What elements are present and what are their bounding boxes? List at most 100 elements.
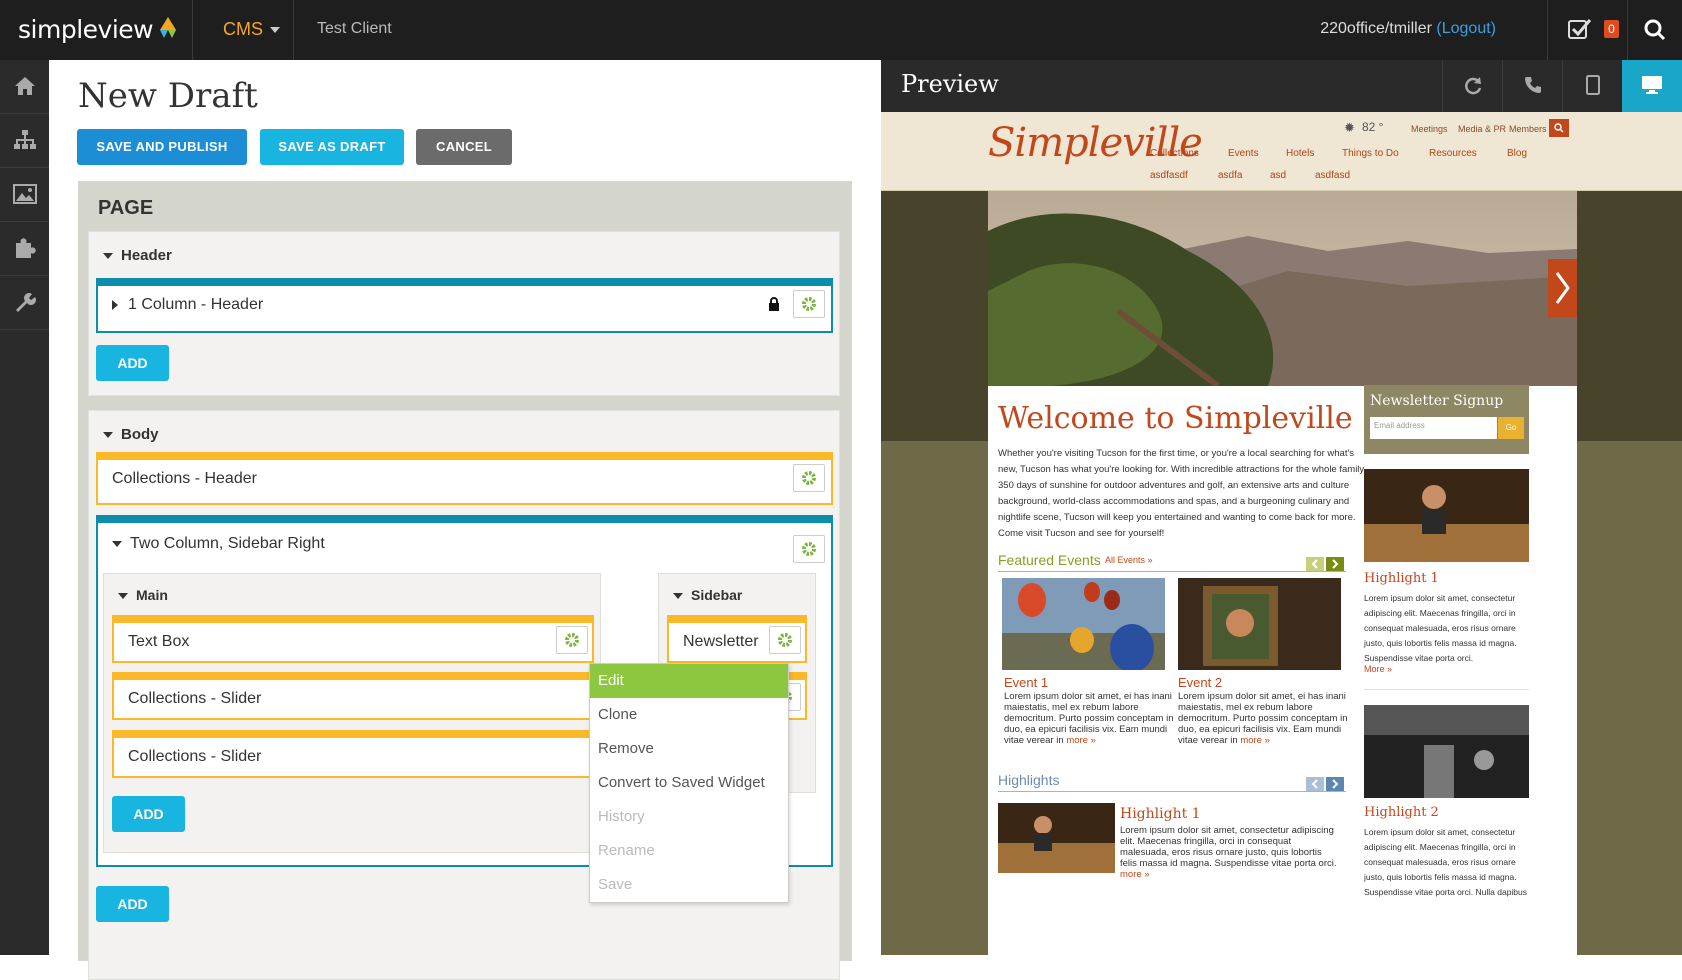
widget-collections-slider[interactable]: Collections - Slider — [112, 730, 594, 778]
client-name[interactable]: Test Client — [317, 20, 392, 38]
site-preview: Simpleville ✹ 82 ° Meetings Media & PR M… — [881, 112, 1682, 961]
widget-settings-button[interactable] — [556, 626, 588, 654]
menu-item-save: Save — [598, 876, 633, 893]
site-subnav-item[interactable]: asdfa — [1218, 170, 1242, 181]
side-nav — [0, 60, 49, 955]
sidebar-column-toggle[interactable]: Sidebar — [673, 587, 742, 603]
widget-collections-slider[interactable]: Collections - Slider — [112, 672, 594, 720]
save-and-publish-button[interactable]: SAVE AND PUBLISH — [77, 129, 247, 165]
home-icon — [15, 77, 35, 95]
widget-collections-header[interactable]: Collections - Header — [96, 452, 833, 505]
highlight1-more-link[interactable]: more » — [1120, 869, 1150, 880]
widget-settings-button[interactable] — [793, 290, 825, 318]
widget-newsletter[interactable]: Newsletter — [667, 615, 807, 663]
newsletter-title: Newsletter Signup — [1370, 393, 1504, 409]
top-link-media[interactable]: Media & PR — [1458, 124, 1506, 134]
all-events-link[interactable]: All Events » — [1105, 555, 1153, 565]
sidebar-more-link[interactable]: More » — [1364, 664, 1392, 674]
nav-sitemap[interactable] — [0, 114, 49, 168]
cancel-button[interactable]: CANCEL — [416, 129, 512, 165]
site-subnav-item[interactable]: asdfasd — [1315, 170, 1350, 181]
nav-media[interactable] — [0, 168, 49, 222]
highlights-next-arrow[interactable] — [1326, 777, 1344, 791]
chevron-left-icon — [1311, 779, 1318, 789]
tablet-view-button[interactable] — [1562, 60, 1622, 112]
gear-icon — [565, 633, 579, 647]
site-search-button[interactable] — [1549, 119, 1569, 137]
menu-item-remove[interactable]: Remove — [590, 732, 788, 766]
tasks-icon[interactable] — [1568, 18, 1592, 40]
newsletter-email-input[interactable]: Email address — [1370, 417, 1497, 439]
gear-icon — [802, 471, 816, 485]
site-nav-blog[interactable]: Blog — [1507, 148, 1527, 159]
highlights-prev-arrow[interactable] — [1306, 777, 1324, 791]
highlight1-image — [998, 803, 1115, 873]
caret-down-icon — [673, 593, 683, 600]
main-column-toggle[interactable]: Main — [118, 587, 168, 603]
site-nav-collections[interactable]: Collections — [1150, 148, 1199, 159]
lock-icon — [769, 297, 779, 311]
newsletter-go-button[interactable]: Go — [1498, 417, 1524, 439]
site-subnav-item[interactable]: asdfasdf — [1150, 170, 1188, 181]
sun-icon: ✹ — [1344, 120, 1355, 135]
refresh-button[interactable] — [1442, 60, 1502, 112]
event1-title[interactable]: Event 1 — [1004, 675, 1048, 690]
main-add-button[interactable]: ADD — [112, 796, 185, 832]
main-column: Main Text Box Collections - Slider Colle… — [103, 573, 601, 853]
widget-text-box[interactable]: Text Box — [112, 615, 594, 663]
cms-menu[interactable]: CMS — [223, 19, 281, 40]
desktop-view-button[interactable] — [1622, 60, 1682, 112]
phone-icon — [1525, 77, 1541, 93]
sidebar-highlight2-image — [1364, 705, 1529, 798]
logout-link[interactable]: (Logout) — [1436, 20, 1496, 37]
site-nav-hotels[interactable]: Hotels — [1286, 148, 1314, 159]
nav-tools[interactable] — [0, 276, 49, 330]
menu-item-clone[interactable]: Clone — [590, 698, 788, 732]
highlight1-text: Lorem ipsum dolor sit amet, consectetur … — [1120, 825, 1337, 880]
menu-item-convert[interactable]: Convert to Saved Widget — [590, 766, 788, 800]
sitemap-icon — [14, 130, 36, 149]
event2-title[interactable]: Event 2 — [1178, 675, 1222, 690]
save-as-draft-button[interactable]: SAVE AS DRAFT — [260, 129, 404, 165]
events-next-arrow[interactable] — [1326, 557, 1344, 571]
notification-badge[interactable]: 0 — [1604, 20, 1619, 38]
sidebar-highlight2-title[interactable]: Highlight 2 — [1364, 805, 1439, 820]
body-section-toggle[interactable]: Body — [103, 426, 159, 443]
preview-toolbar: Preview — [881, 60, 1682, 112]
site-nav-things-to-do[interactable]: Things to Do — [1342, 148, 1399, 159]
body-add-button[interactable]: ADD — [96, 886, 169, 922]
caret-down-icon — [103, 432, 113, 439]
menu-item-edit[interactable]: Edit — [590, 664, 788, 698]
page-title: New Draft — [78, 76, 258, 116]
hero-next-arrow[interactable] — [1548, 259, 1577, 317]
nav-plugins[interactable] — [0, 222, 49, 276]
nav-home[interactable] — [0, 60, 49, 114]
top-link-meetings[interactable]: Meetings — [1411, 124, 1448, 134]
site-nav-events[interactable]: Events — [1228, 148, 1259, 159]
widget-settings-button[interactable] — [769, 626, 801, 654]
events-prev-arrow[interactable] — [1306, 557, 1324, 571]
top-link-members[interactable]: Members — [1509, 124, 1547, 134]
widget-settings-button[interactable] — [793, 464, 825, 492]
sidebar-highlight1-image — [1364, 469, 1529, 562]
header-add-button[interactable]: ADD — [96, 345, 169, 381]
puzzle-icon — [16, 238, 36, 258]
menu-item-history: History — [598, 808, 645, 825]
highlight1-title[interactable]: Highlight 1 — [1120, 806, 1201, 822]
event1-more-link[interactable]: more » — [1066, 735, 1096, 746]
widget-settings-button[interactable] — [793, 535, 825, 563]
header-section-toggle[interactable]: Header — [103, 247, 172, 264]
chevron-down-icon — [270, 27, 281, 34]
site-nav-resources[interactable]: Resources — [1429, 148, 1477, 159]
site-content: Welcome to Simpleville Whether you're vi… — [988, 191, 1577, 961]
gear-icon — [802, 297, 816, 311]
phone-view-button[interactable] — [1502, 60, 1562, 112]
event2-more-link[interactable]: more » — [1240, 735, 1270, 746]
search-icon[interactable] — [1644, 19, 1666, 41]
app-logo[interactable]: simpleview — [18, 15, 176, 44]
sidebar-highlight1-title[interactable]: Highlight 1 — [1364, 571, 1439, 586]
site-logo[interactable]: Simpleville — [988, 120, 1203, 166]
gear-icon — [778, 633, 792, 647]
site-subnav-item[interactable]: asd — [1270, 170, 1286, 181]
widget-1-column-header[interactable]: 1 Column - Header — [96, 278, 833, 333]
